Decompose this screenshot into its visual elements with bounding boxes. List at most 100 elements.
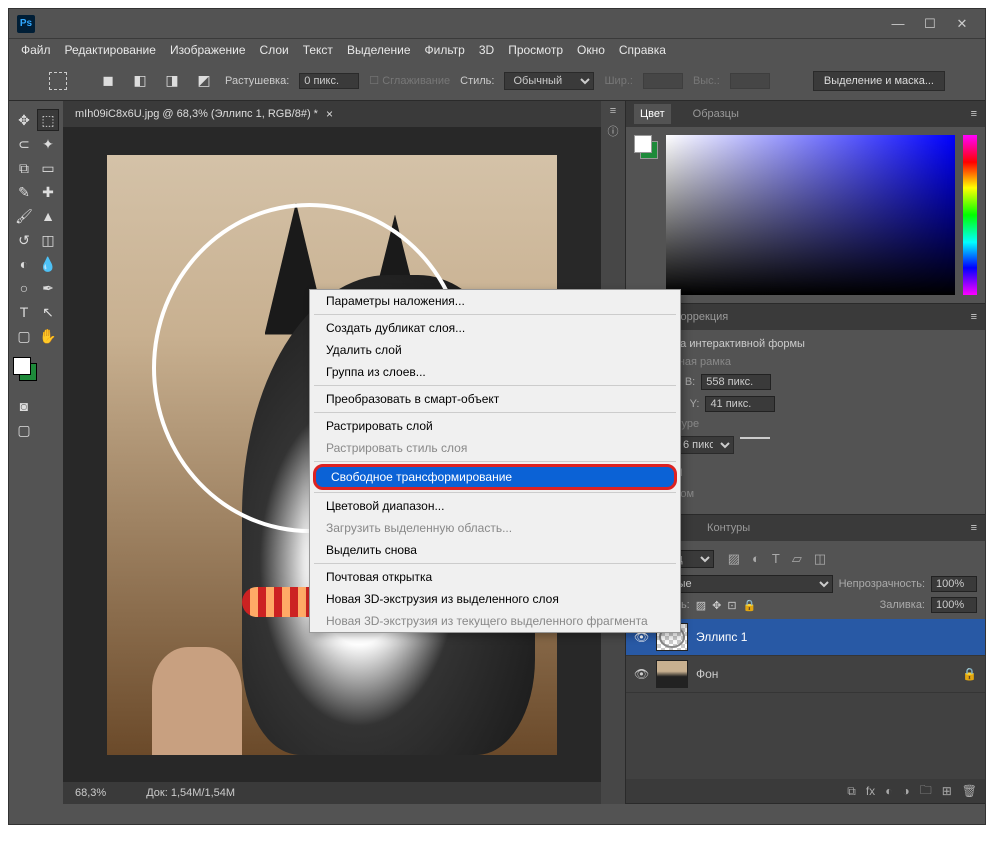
menu-окно[interactable]: Окно xyxy=(577,43,605,57)
link-icon[interactable]: ⧉ xyxy=(847,784,856,799)
filter-shape-icon[interactable]: ▱ xyxy=(792,551,802,567)
ctx-item[interactable]: Новая 3D-экструзия из выделенного слоя xyxy=(310,588,680,610)
screenmode-tool[interactable]: ▢ xyxy=(13,419,35,441)
ctx-item[interactable]: Создать дубликат слоя... xyxy=(310,317,680,339)
ctx-item[interactable]: Удалить слой xyxy=(310,339,680,361)
lock-position-icon[interactable]: ✥ xyxy=(712,599,721,612)
quickmask-tool[interactable]: ◙ xyxy=(13,395,35,417)
menu-просмотр[interactable]: Просмотр xyxy=(508,43,563,57)
ctx-item[interactable]: Преобразовать в смарт-объект xyxy=(310,388,680,410)
eraser-tool[interactable]: ◫ xyxy=(37,229,59,251)
gradient-tool[interactable]: ◐ xyxy=(13,253,35,275)
fx-icon[interactable]: fx xyxy=(866,784,875,798)
menu-3d[interactable]: 3D xyxy=(479,43,494,57)
ctx-item[interactable]: Группа из слоев... xyxy=(310,361,680,383)
menu-справка[interactable]: Справка xyxy=(619,43,666,57)
minimize-button[interactable]: — xyxy=(883,13,913,35)
panel-menu-icon[interactable]: ≡ xyxy=(971,108,977,120)
marquee-tool[interactable]: ⬚ xyxy=(37,109,59,131)
filter-type-icon[interactable]: T xyxy=(772,551,780,567)
adjustment-icon[interactable]: ◑ xyxy=(902,784,909,798)
dodge-tool[interactable]: ○ xyxy=(13,277,35,299)
menu-текст[interactable]: Текст xyxy=(303,43,333,57)
color-swatch[interactable] xyxy=(13,357,37,381)
menu-фильтр[interactable]: Фильтр xyxy=(425,43,465,57)
ctx-item[interactable]: Выделить снова xyxy=(310,539,680,561)
move-tool[interactable]: ✥ xyxy=(13,109,35,131)
filter-pixel-icon[interactable]: ▨ xyxy=(728,551,740,567)
ctx-item[interactable]: Почтовая открытка xyxy=(310,566,680,588)
subtract-selection-icon[interactable]: ◨ xyxy=(161,70,183,92)
layer-item[interactable]: 👁 Фон 🔒 xyxy=(626,656,985,693)
feather-input[interactable] xyxy=(299,73,359,89)
panel-icon[interactable]: ⓘ xyxy=(608,123,619,139)
delete-icon[interactable]: 🗑 xyxy=(962,784,977,798)
ctx-item[interactable]: Параметры наложения... xyxy=(310,290,680,312)
stroke-style[interactable] xyxy=(740,437,770,453)
crop-tool[interactable]: ⧉ xyxy=(13,157,35,179)
width-field[interactable] xyxy=(701,374,771,390)
shape-tool[interactable]: ▢ xyxy=(13,325,35,347)
select-mask-button[interactable]: Выделение и маска... xyxy=(813,71,945,91)
filter-adjust-icon[interactable]: ◐ xyxy=(752,551,760,567)
new-selection-icon[interactable]: ◼ xyxy=(97,70,119,92)
fill-input[interactable] xyxy=(931,597,977,613)
lasso-tool[interactable]: ⊂ xyxy=(13,133,35,155)
lock-artboard-icon[interactable]: ⊡ xyxy=(727,599,736,612)
mask-icon[interactable]: ◐ xyxy=(885,784,892,798)
add-selection-icon[interactable]: ◧ xyxy=(129,70,151,92)
menu-выделение[interactable]: Выделение xyxy=(347,43,411,57)
panel-menu-icon[interactable]: ≡ xyxy=(971,311,977,323)
opacity-input[interactable] xyxy=(931,576,977,592)
layer-thumb[interactable] xyxy=(656,660,688,688)
type-tool[interactable]: T xyxy=(13,301,35,323)
paths-tab[interactable]: Контуры xyxy=(701,518,756,538)
swatches-tab[interactable]: Образцы xyxy=(687,104,745,124)
menu-файл[interactable]: Файл xyxy=(21,43,51,57)
path-tool[interactable]: ↖ xyxy=(37,301,59,323)
menu-слои[interactable]: Слои xyxy=(260,43,289,57)
frame-tool[interactable]: ▭ xyxy=(37,157,59,179)
history-brush-tool[interactable]: ↺ xyxy=(13,229,35,251)
wand-tool[interactable]: ✦ xyxy=(37,133,59,155)
new-layer-icon[interactable]: ⊞ xyxy=(942,784,952,798)
group-icon[interactable]: 🗀 xyxy=(920,781,932,802)
style-select[interactable]: Обычный xyxy=(504,72,594,90)
ctx-item[interactable]: Растрировать слой xyxy=(310,415,680,437)
hue-slider[interactable] xyxy=(963,135,977,295)
y-field[interactable] xyxy=(705,396,775,412)
visibility-icon[interactable]: 👁 xyxy=(634,667,648,681)
ps-logo-icon: Ps xyxy=(17,15,35,33)
stroke-width[interactable]: 6 пикс. xyxy=(674,436,734,454)
eyedropper-tool[interactable]: ✎ xyxy=(13,181,35,203)
pen-tool[interactable]: ✒ xyxy=(37,277,59,299)
filter-smart-icon[interactable]: ◫ xyxy=(814,551,826,567)
intersect-selection-icon[interactable]: ◩ xyxy=(193,70,215,92)
context-menu: Параметры наложения... Создать дубликат с… xyxy=(309,289,681,633)
heal-tool[interactable]: ✚ xyxy=(37,181,59,203)
color-picker[interactable] xyxy=(666,135,955,295)
lock-all-icon[interactable]: 🔒 xyxy=(743,599,757,612)
ctx-item[interactable]: Цветовой диапазон... xyxy=(310,495,680,517)
panel-menu-icon[interactable]: ≡ xyxy=(971,522,977,534)
zoom-value[interactable]: 68,3% xyxy=(75,787,106,799)
layer-name[interactable]: Фон xyxy=(696,667,718,681)
stamp-tool[interactable]: ▲ xyxy=(37,205,59,227)
maximize-button[interactable]: ☐ xyxy=(915,13,945,35)
color-tab[interactable]: Цвет xyxy=(634,104,671,124)
color-fgbg-swatch[interactable] xyxy=(634,135,658,159)
panel-icon[interactable]: ≡ xyxy=(610,105,616,117)
close-button[interactable]: ✕ xyxy=(947,13,977,35)
ctx-item[interactable]: Свободное трансформирование xyxy=(313,464,677,490)
menu-редактирование[interactable]: Редактирование xyxy=(65,43,156,57)
tab-close-icon[interactable]: × xyxy=(326,107,333,121)
menu-изображение[interactable]: Изображение xyxy=(170,43,246,57)
layer-name[interactable]: Эллипс 1 xyxy=(696,630,747,644)
blur-tool[interactable]: 💧 xyxy=(37,253,59,275)
marquee-tool-icon[interactable] xyxy=(49,72,67,90)
hand-tool[interactable]: ✋ xyxy=(37,325,59,347)
document-tab[interactable]: mIh09iC8x6U.jpg @ 68,3% (Эллипс 1, RGB/8… xyxy=(63,101,601,127)
brush-tool[interactable]: 🖌 xyxy=(13,205,35,227)
color-panel: Цвет Образцы ≡ xyxy=(626,101,985,304)
lock-pixels-icon[interactable]: ▨ xyxy=(696,599,706,612)
